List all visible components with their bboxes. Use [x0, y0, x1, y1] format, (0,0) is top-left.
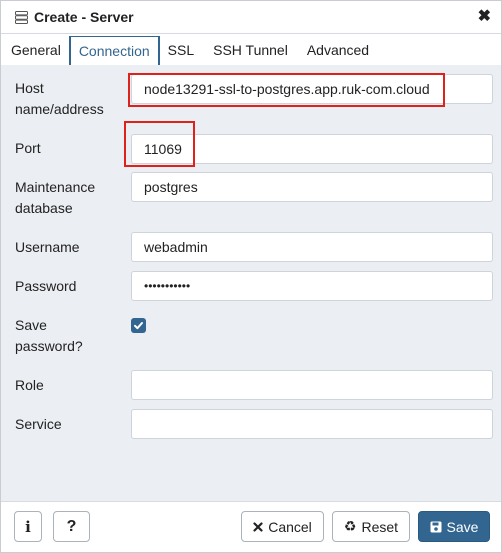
reset-label: Reset: [361, 518, 399, 535]
dialog-title: Create - Server: [34, 9, 134, 25]
maintenance-db-input[interactable]: postgres: [131, 172, 493, 202]
maintenance-db-label: Maintenance database: [15, 179, 96, 216]
close-icon[interactable]: ✖: [478, 9, 491, 25]
service-input[interactable]: [131, 409, 493, 439]
password-label: Password: [15, 278, 77, 294]
tab-ssh-tunnel[interactable]: SSH Tunnel: [202, 42, 296, 65]
server-icon: [15, 10, 28, 24]
role-label: Role: [15, 377, 44, 393]
save-label: Save: [446, 518, 479, 535]
password-input[interactable]: •••••••••••: [131, 271, 493, 301]
dialog-footer: i ? Cancel ♻ Reset Save: [1, 501, 501, 552]
port-input[interactable]: 11069: [131, 134, 493, 164]
save-button[interactable]: Save: [418, 511, 490, 542]
help-button[interactable]: ?: [53, 511, 90, 542]
save-icon: [430, 521, 442, 533]
info-icon: i: [25, 517, 31, 536]
cancel-icon: [253, 521, 263, 532]
create-server-dialog: Create - Server ✖ General Connection SSL…: [0, 0, 502, 553]
reset-icon: ♻: [343, 518, 357, 534]
tab-general[interactable]: General: [1, 42, 69, 65]
dialog-titlebar: Create - Server ✖: [1, 1, 501, 34]
reset-button[interactable]: ♻ Reset: [332, 511, 410, 542]
service-label: Service: [15, 416, 62, 432]
connection-form: Host name/address node13291-ssl-to-postg…: [1, 65, 501, 502]
username-label: Username: [15, 239, 80, 255]
role-input[interactable]: [131, 370, 493, 400]
username-input[interactable]: webadmin: [131, 232, 493, 262]
tab-advanced[interactable]: Advanced: [296, 42, 377, 65]
check-icon: [134, 322, 143, 330]
tab-bar: General Connection SSL SSH Tunnel Advanc…: [1, 34, 501, 66]
cancel-label: Cancel: [268, 518, 312, 535]
save-password-label: Save password?: [15, 317, 83, 354]
tab-ssl[interactable]: SSL: [160, 42, 202, 65]
host-input[interactable]: node13291-ssl-to-postgres.app.ruk-com.cl…: [131, 74, 493, 104]
tab-connection[interactable]: Connection: [68, 36, 160, 66]
host-label: Host name/address: [15, 80, 104, 117]
save-password-checkbox[interactable]: [131, 318, 146, 333]
cancel-button[interactable]: Cancel: [241, 511, 324, 542]
help-icon: ?: [66, 517, 77, 535]
info-button[interactable]: i: [14, 511, 42, 542]
port-label: Port: [15, 140, 41, 156]
